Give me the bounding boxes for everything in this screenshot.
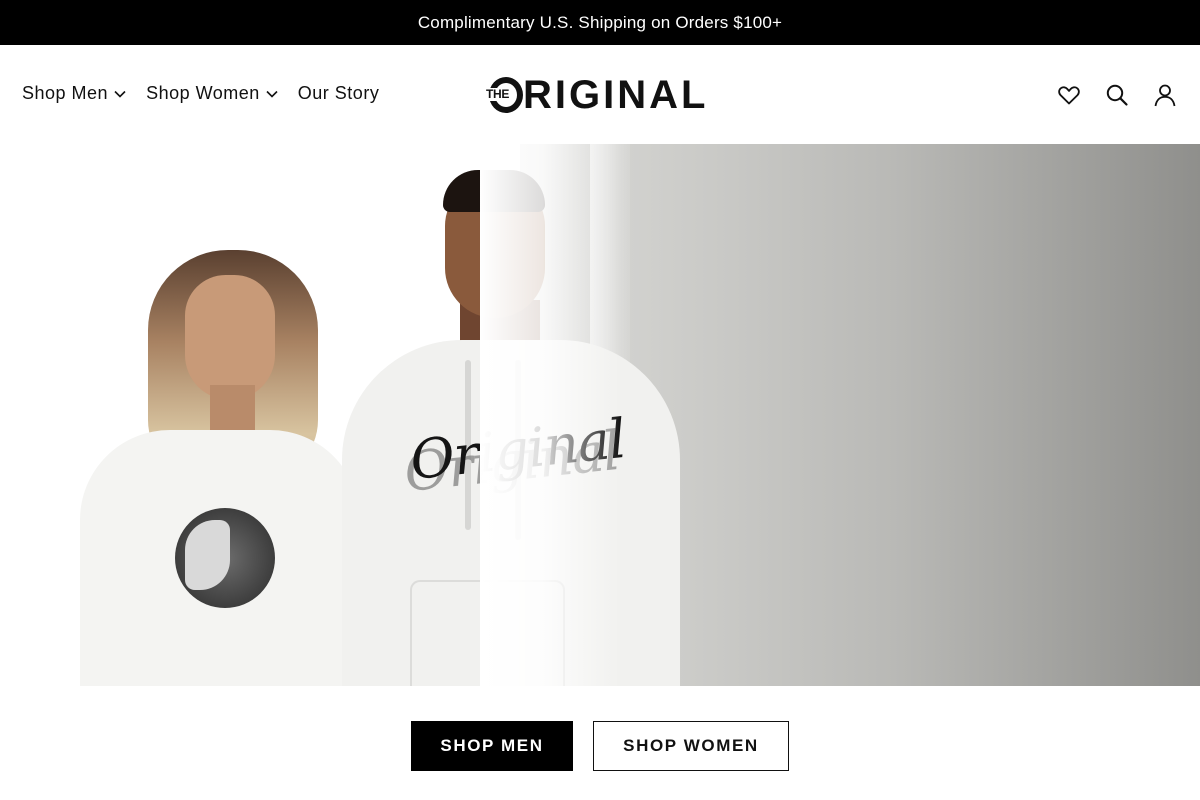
wishlist-button[interactable] xyxy=(1056,82,1082,108)
nav-our-story-label: Our Story xyxy=(297,83,380,103)
logo-prefix: THE xyxy=(485,87,511,101)
header-icons xyxy=(1034,82,1178,108)
main-nav: Shop Men Shop Women Our Story xyxy=(22,83,379,104)
nav-our-story[interactable]: Our Story xyxy=(298,83,380,104)
announcement-text: Complimentary U.S. Shipping on Orders $1… xyxy=(417,12,783,32)
hero-banner: Original Original xyxy=(0,144,1200,686)
hero-fade-overlay xyxy=(480,144,620,686)
heart-icon xyxy=(1058,86,1080,105)
nav-shop-women-label: Shop Women xyxy=(146,83,260,103)
nav-shop-men[interactable]: Shop Men xyxy=(22,83,126,104)
cta-group: SHOP MEN SHOP WOMEN xyxy=(0,721,1200,771)
site-header: Shop Men Shop Women Our Story THE RIGINA… xyxy=(0,45,1200,144)
logo-wordmark: RIGINAL xyxy=(523,73,709,117)
shop-women-button[interactable]: SHOP WOMEN xyxy=(593,721,789,771)
search-icon xyxy=(1106,84,1128,106)
nav-shop-women[interactable]: Shop Women xyxy=(146,83,278,104)
chevron-down-icon xyxy=(266,90,278,98)
account-icon xyxy=(1154,84,1176,107)
chevron-down-icon xyxy=(114,90,126,98)
nav-shop-men-label: Shop Men xyxy=(22,83,109,103)
search-button[interactable] xyxy=(1104,82,1130,108)
account-button[interactable] xyxy=(1152,82,1178,108)
brand-logo[interactable]: THE RIGINAL xyxy=(485,75,708,115)
logo-mark: THE xyxy=(485,77,523,113)
model-woman-face xyxy=(185,275,275,400)
shop-men-button[interactable]: SHOP MEN xyxy=(411,721,573,771)
announcement-bar: Complimentary U.S. Shipping on Orders $1… xyxy=(0,0,1200,45)
